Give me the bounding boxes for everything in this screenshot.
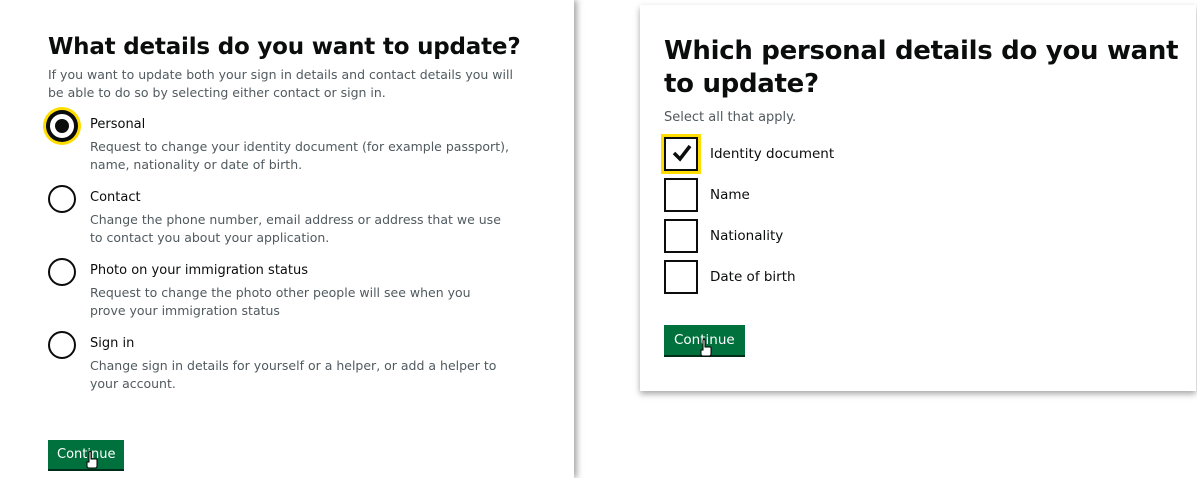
update-details-panel: What details do you want to update? If y…: [0, 0, 574, 478]
radio-label: Personal: [90, 117, 146, 132]
radio-label: Sign in: [90, 336, 135, 351]
checkbox-nationality[interactable]: [664, 219, 698, 253]
radio-button-sign-in[interactable]: [48, 331, 76, 359]
checkbox-label: Identity document: [710, 146, 835, 162]
radio-button-photo[interactable]: [48, 258, 76, 286]
page-hint: Select all that apply.: [664, 110, 797, 125]
checkbox-label: Name: [710, 187, 750, 203]
radio-hint: Change the phone number, email address o…: [90, 212, 501, 245]
check-icon: [672, 144, 692, 162]
page-title: What details do you want to update?: [48, 34, 521, 60]
radio-hint: Request to change your identity document…: [90, 139, 509, 172]
radio-option-sign-in[interactable]: Sign in Change sign in details for yours…: [48, 331, 574, 393]
radio-hint: Request to change the photo other people…: [90, 285, 471, 318]
checkbox-option-name[interactable]: Name: [664, 178, 1196, 212]
radio-label: Contact: [90, 190, 141, 205]
checkbox-option-date-of-birth[interactable]: Date of birth: [664, 260, 1196, 294]
radio-button-contact[interactable]: [48, 185, 76, 213]
radio-option-contact[interactable]: Contact Change the phone number, email a…: [48, 185, 574, 247]
checkbox-date-of-birth[interactable]: [664, 260, 698, 294]
checkbox-label: Nationality: [710, 228, 784, 244]
mouse-cursor-icon: [86, 451, 98, 469]
radio-hint: Change sign in details for yourself or a…: [90, 358, 497, 391]
personal-details-panel: Which personal details do you want to up…: [640, 5, 1196, 391]
radio-option-photo[interactable]: Photo on your immigration status Request…: [48, 258, 574, 320]
page-title: Which personal details do you want to up…: [664, 36, 1179, 99]
radio-label: Photo on your immigration status: [90, 263, 308, 278]
checkbox-option-identity-document[interactable]: Identity document: [664, 137, 1196, 171]
radio-button-personal[interactable]: [48, 112, 76, 140]
mouse-cursor-icon: [700, 339, 712, 357]
checkbox-option-nationality[interactable]: Nationality: [664, 219, 1196, 253]
personal-details-checkbox-group: Identity document Name Nationality Date …: [664, 137, 1196, 294]
details-radio-group: Personal Request to change your identity…: [48, 112, 574, 393]
checkbox-identity-document[interactable]: [664, 137, 698, 171]
radio-option-personal[interactable]: Personal Request to change your identity…: [48, 112, 574, 174]
page-hint: If you want to update both your sign in …: [48, 67, 513, 100]
checkbox-label: Date of birth: [710, 269, 796, 285]
checkbox-name[interactable]: [664, 178, 698, 212]
